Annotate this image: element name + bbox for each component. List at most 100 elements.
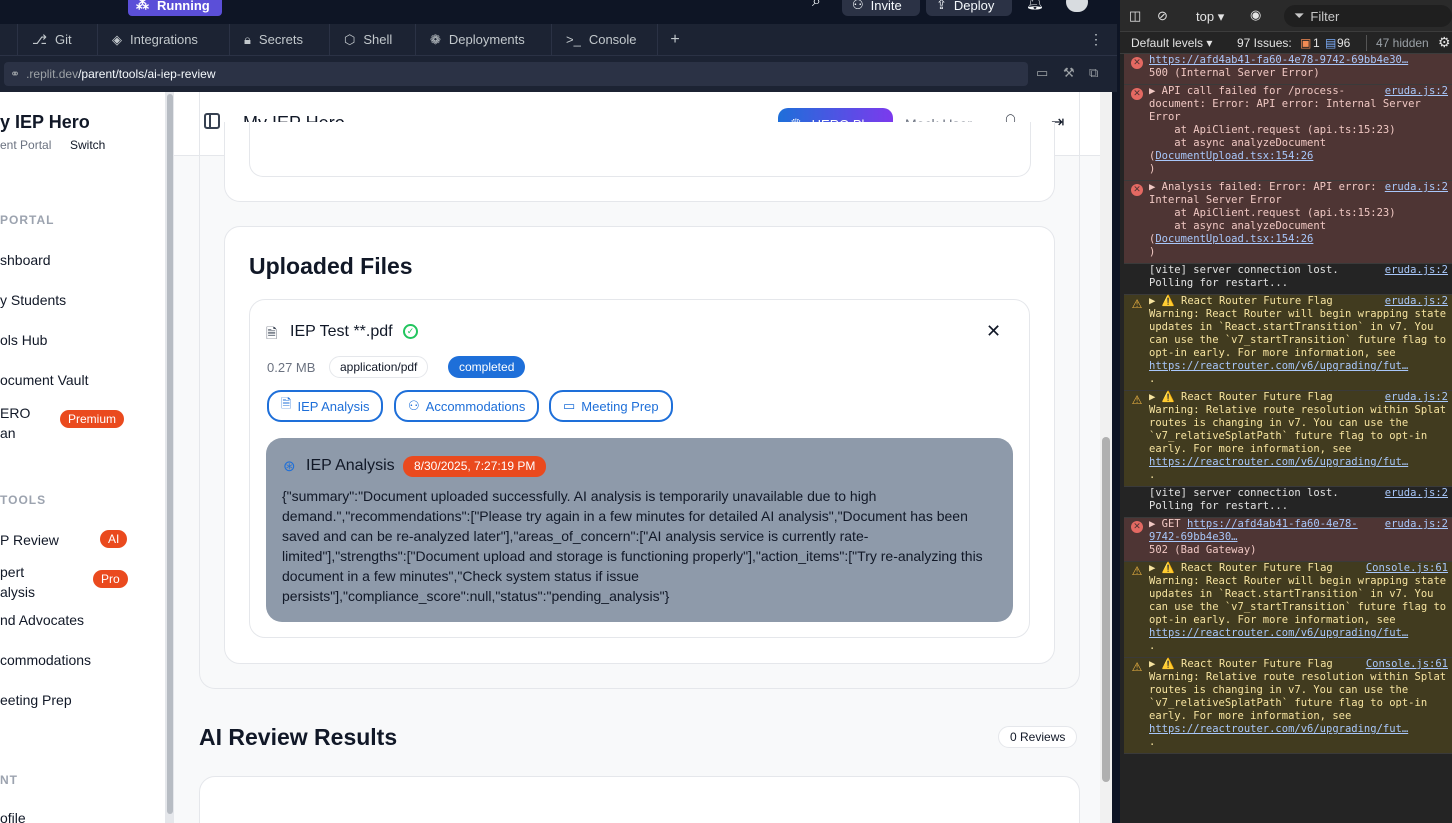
console-filter-input[interactable]: ⏷ Filter: [1284, 5, 1452, 27]
sidebar-item-students[interactable]: y Students: [0, 292, 66, 308]
sidebar-item-meeting-prep[interactable]: eeting Prep: [0, 692, 72, 708]
open-external-icon[interactable]: ⧉: [1089, 65, 1098, 81]
console-message[interactable]: eruda.js:2 [vite] server connection lost.…: [1124, 264, 1452, 295]
pane-divider[interactable]: [1112, 92, 1120, 823]
sidebar-item-expert-analysis[interactable]: pert alysis: [0, 562, 35, 602]
invite-button[interactable]: ⚇ Invite: [842, 0, 920, 16]
analysis-timestamp: 8/30/2025, 7:27:19 PM: [403, 456, 547, 477]
deploy-button[interactable]: ⇪ Deploy: [926, 0, 1012, 16]
search-icon[interactable]: ⌕: [812, 0, 821, 11]
deploy-icon: ⇪: [936, 0, 947, 12]
console-url-link[interactable]: https://reactrouter.com/v6/upgrading/fut…: [1149, 627, 1408, 639]
sidebar-item-document-vault[interactable]: ocument Vault: [0, 372, 88, 388]
tab-integrations[interactable]: ◈ Integrations: [98, 24, 230, 55]
accommodations-button[interactable]: ⚇ Accommodations: [394, 390, 540, 422]
console-message[interactable]: ✕ eruda.js:2 ▶ GET https://afd4ab41-fa60-4…: [1124, 518, 1452, 562]
sidebar-item-hero-plan[interactable]: ERO an: [0, 403, 30, 443]
switch-portal-button[interactable]: Switch: [70, 138, 105, 152]
dock-icon[interactable]: ◫: [1129, 8, 1141, 24]
more-vertical-icon: ⋮: [1089, 31, 1103, 47]
workspace-tabs: ⎇ Git ◈ Integrations 🔒︎ Secrets ⬡ Shell ❁ Dep…: [0, 24, 1117, 56]
sidebar-item-iep-review[interactable]: P Review: [0, 532, 59, 548]
console-source-link[interactable]: Console.js:61: [1366, 562, 1448, 575]
error-icon: ✕: [1131, 184, 1143, 196]
context-select[interactable]: top ▾: [1196, 9, 1224, 25]
console-message[interactable]: ✕ eruda.js:2 ▶ API call failed for /proces…: [1124, 85, 1452, 181]
console-message[interactable]: ✕ https://afd4ab41-fa60-4e78-9742-69bb4e3…: [1124, 54, 1452, 85]
console-source-link[interactable]: eruda.js:2: [1385, 181, 1448, 194]
console-source-link[interactable]: eruda.js:2: [1385, 264, 1448, 277]
console-source-link[interactable]: eruda.js:2: [1385, 391, 1448, 404]
console-message[interactable]: ⚠ eruda.js:2 ▶ ⚠️ React Router Future Flag…: [1124, 391, 1452, 487]
clear-console-icon[interactable]: ⊘: [1157, 8, 1168, 24]
console-url-link[interactable]: DocumentUpload.tsx:154:26: [1155, 150, 1313, 162]
console-source-link[interactable]: Console.js:61: [1366, 658, 1448, 671]
iep-analysis-button[interactable]: 🗎︎ IEP Analysis: [267, 390, 384, 422]
avatar[interactable]: [1066, 0, 1088, 12]
sidebar-item-profile[interactable]: ofile: [0, 810, 26, 823]
chat-icon: ▭: [563, 398, 576, 413]
console-message[interactable]: eruda.js:2 [vite] server connection lost.…: [1124, 487, 1452, 518]
file-icon: 🗎︎: [266, 325, 278, 341]
console-url-link[interactable]: https://afd4ab41-fa60-4e78-9742-69bb4e30…: [1149, 54, 1408, 66]
console-message[interactable]: ✕ eruda.js:2 ▶ Analysis failed: Error: API…: [1124, 181, 1452, 264]
console-source-link[interactable]: eruda.js:2: [1385, 518, 1448, 531]
sidebar-scrollbar[interactable]: [166, 92, 174, 823]
tab-console[interactable]: >_ Console: [552, 24, 658, 55]
issues-label[interactable]: 97 Issues:: [1237, 36, 1292, 50]
file-name: IEP Test **.pdf: [290, 323, 393, 340]
url-input[interactable]: ⚭ .replit.dev/parent/tools/ai-iep-review: [4, 62, 1028, 86]
portal-label: ent Portal: [0, 138, 52, 152]
levels-select[interactable]: Default levels ▾: [1131, 36, 1212, 50]
main-scrollbar[interactable]: [1100, 92, 1112, 823]
console-message[interactable]: ⚠ Console.js:61 ▶ ⚠️ React Router Future F…: [1124, 562, 1452, 658]
sidebar-scroll-thumb[interactable]: [167, 94, 173, 814]
sidebar-item-dashboard[interactable]: shboard: [0, 252, 51, 268]
warning-icon: ⚠: [1131, 660, 1143, 674]
run-status-button[interactable]: ⁂ Running: [128, 0, 222, 16]
console-message-tail: 500 (Internal Server Error): [1149, 67, 1320, 79]
console-source-link[interactable]: eruda.js:2: [1385, 487, 1448, 500]
tab-stub[interactable]: [0, 24, 18, 55]
tab-shell[interactable]: ⬡ Shell: [330, 24, 416, 55]
hero-plan-line2: an: [0, 425, 16, 441]
new-tab-button[interactable]: +: [658, 24, 692, 55]
add-user-icon: ⚇: [852, 0, 864, 12]
devtools-levelbar: Default levels ▾ 97 Issues: ▣ 1 ▤ 96 47 …: [1120, 32, 1452, 54]
sidebar-item-tools-hub[interactable]: ols Hub: [0, 332, 47, 348]
console-message-text: ▶ GET: [1149, 518, 1187, 530]
document-icon: 🗎︎: [281, 396, 292, 411]
bell-icon[interactable]: 🔔︎: [1026, 0, 1044, 11]
console-url-link[interactable]: https://reactrouter.com/v6/upgrading/fut…: [1149, 456, 1408, 468]
warning-icon: ⚠: [1131, 297, 1143, 311]
tab-deployments[interactable]: ❁ Deployments: [416, 24, 552, 55]
tab-secrets[interactable]: 🔒︎ Secrets: [230, 24, 330, 55]
tabs-menu-button[interactable]: ⋮: [1075, 24, 1117, 55]
meeting-prep-button[interactable]: ▭ Meeting Prep: [549, 390, 673, 422]
remove-file-icon[interactable]: ✕: [986, 321, 1001, 342]
main-scroll-thumb[interactable]: [1102, 437, 1110, 782]
plus-icon: +: [670, 30, 680, 48]
wrench-icon[interactable]: ⚒: [1063, 65, 1075, 81]
console-message[interactable]: ⚠ eruda.js:2 ▶ ⚠️ React Router Future Flag…: [1124, 295, 1452, 391]
console-url-link[interactable]: https://reactrouter.com/v6/upgrading/fut…: [1149, 360, 1408, 372]
levelbar-divider: [1366, 35, 1367, 51]
devtools-panel: ◫ ⊘ top ▾ ◉ ⏷ Filter Default levels ▾ 97 …: [1120, 0, 1452, 823]
expert-line1: pert: [0, 564, 25, 580]
console-source-link[interactable]: eruda.js:2: [1385, 295, 1448, 308]
integrations-icon: ◈: [112, 31, 122, 47]
hero-plan-line1: ERO: [0, 405, 31, 421]
section-portal: PORTAL: [0, 213, 55, 227]
console-url-link[interactable]: DocumentUpload.tsx:154:26: [1155, 233, 1313, 245]
console-message[interactable]: ⚠ Console.js:61 ▶ ⚠️ React Router Future F…: [1124, 658, 1452, 754]
console-message-tail: .: [1149, 373, 1156, 385]
tab-git[interactable]: ⎇ Git: [18, 24, 98, 55]
eye-icon[interactable]: ◉: [1250, 7, 1261, 23]
console-source-link[interactable]: eruda.js:2: [1385, 85, 1448, 98]
settings-gear-icon[interactable]: ⚙: [1438, 34, 1451, 51]
sidebar-item-accommodations[interactable]: commodations: [0, 652, 91, 668]
sidebar-item-advocates[interactable]: nd Advocates: [0, 612, 84, 628]
console-text: ▶ ⚠️ React Router Future Flag Warning: R…: [1149, 295, 1448, 386]
console-url-link[interactable]: https://reactrouter.com/v6/upgrading/fut…: [1149, 723, 1408, 735]
devices-icon[interactable]: ▭: [1036, 65, 1048, 81]
